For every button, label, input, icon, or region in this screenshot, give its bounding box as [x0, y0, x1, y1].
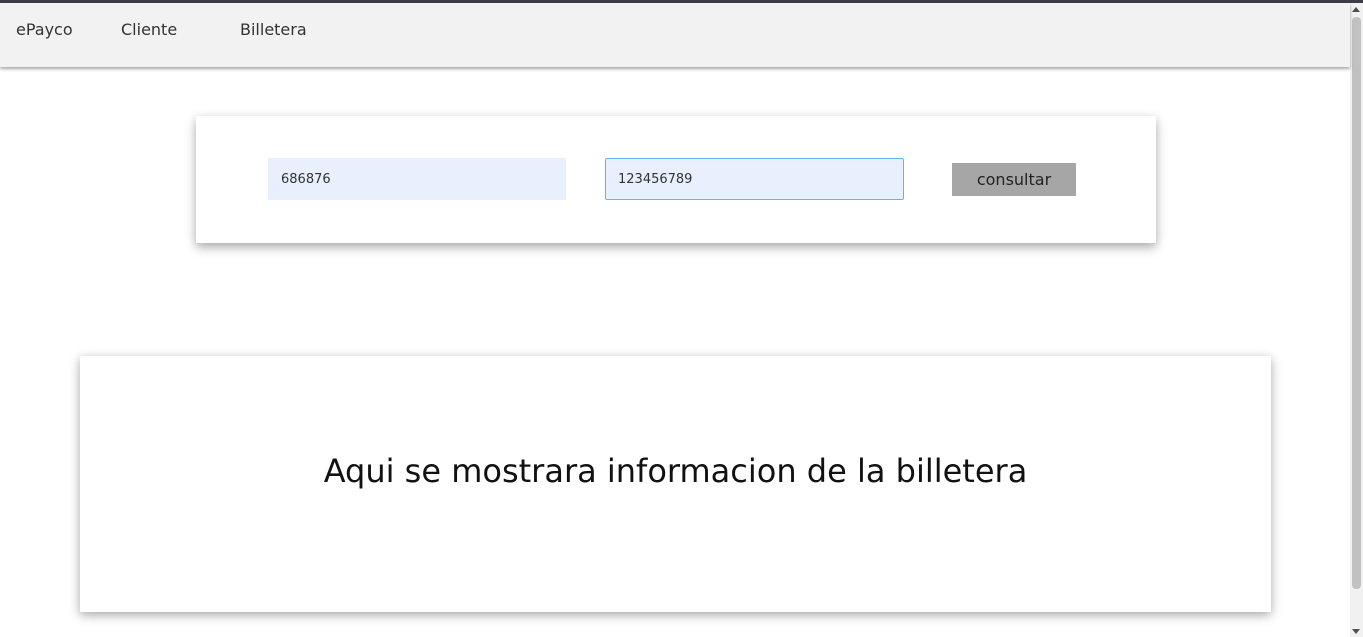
scrollbar-thumb[interactable] [1352, 17, 1361, 589]
wallet-info-card: Aqui se mostrara informacion de la bille… [80, 356, 1271, 612]
page-scrollbar[interactable] [1350, 3, 1363, 637]
phone-input[interactable] [605, 158, 904, 200]
document-input[interactable] [268, 158, 566, 200]
scroll-down-icon[interactable] [1352, 629, 1360, 634]
consultar-button[interactable]: consultar [952, 163, 1076, 196]
search-card: consultar [196, 116, 1156, 243]
nav-item-cliente[interactable]: Cliente [121, 20, 177, 39]
brand-link[interactable]: ePayco [16, 20, 73, 39]
nav-item-billetera[interactable]: Billetera [240, 20, 307, 39]
scroll-up-icon[interactable] [1352, 7, 1360, 12]
wallet-info-message: Aqui se mostrara informacion de la bille… [323, 452, 1028, 490]
navbar: ePayco Cliente Billetera [0, 3, 1350, 67]
